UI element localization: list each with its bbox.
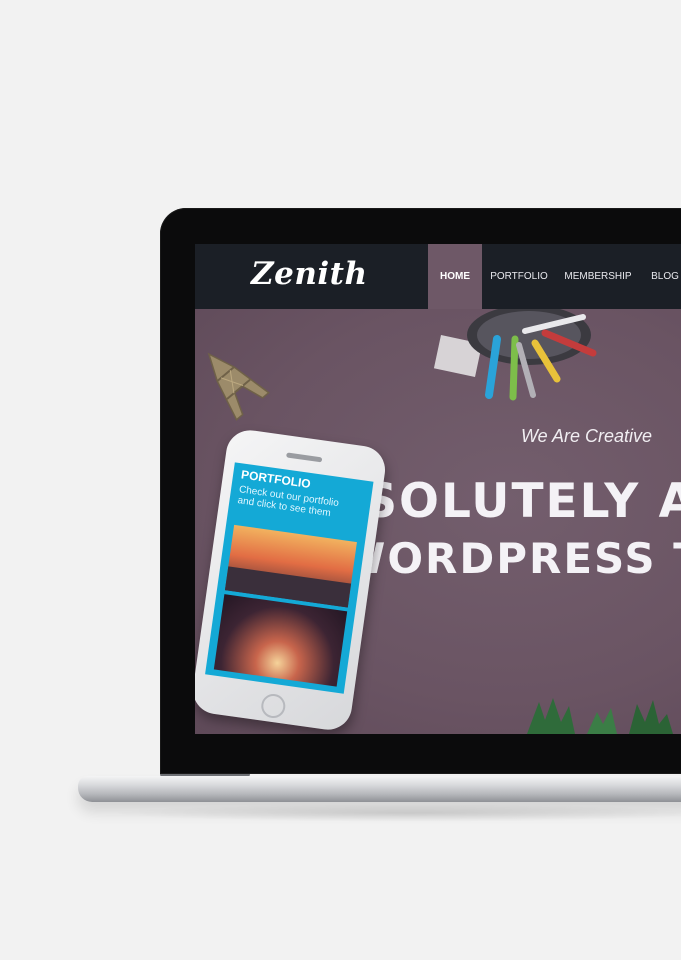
- nav-portfolio[interactable]: PORTFOLIO: [487, 244, 551, 309]
- nav-home[interactable]: HOME: [428, 244, 482, 309]
- hero-section: We Are Creative ABSOLUTELY AW WORDPRESS …: [195, 309, 681, 734]
- laptop-shadow: [110, 804, 681, 822]
- portfolio-thumbnail-rocket[interactable]: [213, 594, 348, 687]
- plant-icon: [527, 698, 673, 734]
- site-logo[interactable]: Zenith: [251, 256, 368, 292]
- product-mockup-scene: Zenith HOME PORTFOLIO MEMBERSHIP BLOG We…: [0, 0, 681, 960]
- phone-mockup: PORTFOLIO Check out our portfolio and cl…: [195, 427, 389, 733]
- hero-headline-line2: WORDPRESS T: [339, 534, 681, 583]
- pencil-cup-icon: [433, 309, 597, 401]
- nav-blog[interactable]: BLOG: [645, 244, 681, 309]
- nav-membership[interactable]: MEMBERSHIP: [563, 244, 633, 309]
- laptop-screen: Zenith HOME PORTFOLIO MEMBERSHIP BLOG We…: [195, 244, 681, 734]
- phone-screen: PORTFOLIO Check out our portfolio and cl…: [205, 462, 374, 694]
- site-navbar: Zenith HOME PORTFOLIO MEMBERSHIP BLOG: [195, 244, 681, 309]
- phone-portfolio-subtitle: Check out our portfolio and click to see…: [236, 484, 340, 520]
- eiffel-tower-icon: [207, 352, 270, 421]
- laptop-base: [78, 776, 681, 802]
- hero-tagline: We Are Creative: [521, 426, 653, 446]
